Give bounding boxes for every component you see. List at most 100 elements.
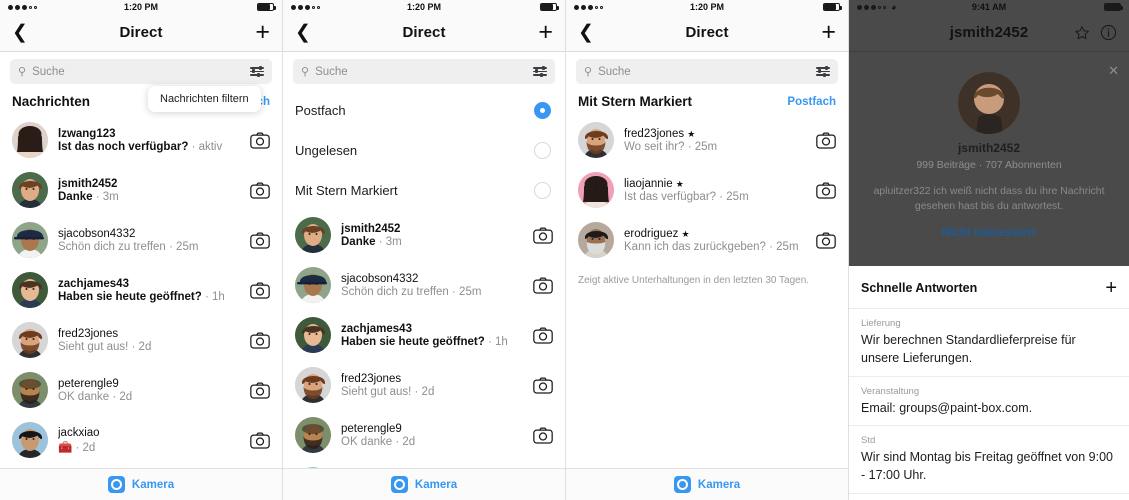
chevron-left-icon[interactable]: ❮ xyxy=(295,23,311,42)
camera-icon[interactable] xyxy=(533,326,553,344)
chevron-left-icon[interactable]: ❮ xyxy=(578,23,594,42)
filter-option[interactable]: Postfach xyxy=(283,90,565,130)
camera-icon xyxy=(250,381,270,399)
star-icon: ★ xyxy=(675,178,684,189)
star-outline-icon[interactable] xyxy=(1074,25,1090,41)
list-item-username: jsmith2452 xyxy=(58,177,118,190)
list-item[interactable]: fred23jones ★ Wo seit ihr? · 25m xyxy=(566,115,848,165)
status-bar: 1:20 PM xyxy=(566,0,848,14)
camera-icon[interactable] xyxy=(816,231,836,249)
profile-message: apluitzer322 ich weiß nicht dass du ihre… xyxy=(873,185,1105,213)
avatar xyxy=(295,417,331,453)
camera-tab-icon xyxy=(107,476,125,493)
list-item[interactable]: sjacobson4332 Schön dich zu treffen · 25… xyxy=(0,215,282,265)
page-title: Direct xyxy=(685,24,729,41)
status-time: 1:20 PM xyxy=(406,2,441,12)
nav-bar: ❮ Direct + xyxy=(0,14,282,52)
list-item[interactable]: erodriguez ★ Kann ich das zurückgeben? ·… xyxy=(566,215,848,265)
camera-icon[interactable] xyxy=(533,376,553,394)
radio-button[interactable] xyxy=(534,141,551,159)
sliders-icon[interactable] xyxy=(816,65,830,78)
list-item[interactable]: zachjames43 Haben sie heute geöffnet? · … xyxy=(0,265,282,315)
radio-button[interactable] xyxy=(534,181,551,199)
quick-reply-item[interactable]: Std Wir sind Montag bis Freitag geöffnet… xyxy=(849,426,1129,494)
search-placeholder: Suche xyxy=(315,65,348,78)
camera-icon[interactable] xyxy=(533,426,553,444)
not-interested-button[interactable]: Nicht interessiert xyxy=(849,227,1129,239)
list-item[interactable]: peterengle9 OK danke · 2d xyxy=(0,365,282,415)
sliders-icon[interactable] xyxy=(250,65,264,78)
list-item[interactable]: sjacobson4332 Schön dich zu treffen · 25… xyxy=(283,260,565,310)
camera-icon xyxy=(250,231,270,249)
list-item-username: erodriguez ★ xyxy=(624,227,690,240)
chevron-left-icon[interactable]: ❮ xyxy=(12,23,28,42)
list-item[interactable]: liaojannie ★ Ist das verfügbar? · 25m xyxy=(566,165,848,215)
list-item[interactable]: lzwang123 Ist das noch verfügbar? · akti… xyxy=(0,115,282,165)
list-item[interactable]: jsmith2452 Danke · 3m xyxy=(283,210,565,260)
list-item[interactable]: fred23jones Sieht gut aus! · 2d xyxy=(283,360,565,410)
list-item[interactable]: peterengle9 OK danke · 2d xyxy=(283,410,565,460)
search-input[interactable]: ⚲ Suche xyxy=(576,59,838,84)
quick-reply-key: Std xyxy=(861,435,876,447)
avatar xyxy=(12,422,48,458)
filter-option[interactable]: Mit Stern Markiert xyxy=(283,170,565,210)
search-placeholder: Suche xyxy=(598,65,631,78)
camera-icon[interactable] xyxy=(250,181,270,199)
message-list: jsmith2452 Danke · 3m sjacobson4332 Schö… xyxy=(283,210,565,500)
info-circle-icon[interactable] xyxy=(1100,24,1117,41)
camera-tab-icon xyxy=(390,476,408,493)
camera-icon xyxy=(250,281,270,299)
list-item[interactable]: jackxiao 🧰 · 2d xyxy=(0,415,282,465)
quick-replies-list: Lieferung Wir berechnen Standardlieferpr… xyxy=(849,309,1129,494)
camera-icon[interactable] xyxy=(533,226,553,244)
plus-icon[interactable]: + xyxy=(1105,278,1117,298)
list-item-preview: Sieht gut aus! · 2d xyxy=(341,385,435,398)
list-item-username: jsmith2452 xyxy=(341,222,401,235)
avatar xyxy=(295,217,331,253)
camera-tab-label: Kamera xyxy=(414,478,458,491)
camera-icon[interactable] xyxy=(250,131,270,149)
camera-icon[interactable] xyxy=(250,331,270,349)
camera-icon[interactable] xyxy=(533,276,553,294)
search-icon: ⚲ xyxy=(584,66,593,78)
section-action-link[interactable]: Postfach xyxy=(787,96,836,108)
list-item-username: jackxiao xyxy=(58,426,100,439)
panel-filter-options: 1:20 PM ❮ Direct + ⚲ Suche Postfach Unge… xyxy=(283,0,566,500)
camera-icon xyxy=(250,431,270,449)
search-input[interactable]: ⚲ Suche xyxy=(10,59,272,84)
close-icon[interactable]: ✕ xyxy=(1108,64,1119,77)
camera-icon xyxy=(250,131,270,149)
plus-icon[interactable]: + xyxy=(538,20,553,45)
plus-icon[interactable]: + xyxy=(821,20,836,45)
plus-icon[interactable]: + xyxy=(255,20,270,45)
list-item-username: zachjames43 xyxy=(58,277,129,290)
nav-bar: ❮ Direct + xyxy=(283,14,565,52)
camera-icon xyxy=(533,226,553,244)
list-footnote: Zeigt aktive Unterhaltungen in den letzt… xyxy=(578,275,810,286)
battery-icon xyxy=(1104,3,1123,11)
camera-icon[interactable] xyxy=(250,281,270,299)
profile-name: jsmith2452 xyxy=(957,141,1021,155)
list-item[interactable]: fred23jones Sieht gut aus! · 2d xyxy=(0,315,282,365)
camera-tab-label: Kamera xyxy=(131,478,175,491)
camera-icon[interactable] xyxy=(816,131,836,149)
list-item[interactable]: jsmith2452 Danke · 3m xyxy=(0,165,282,215)
nav-bar: jsmith2452 xyxy=(849,14,1129,52)
camera-icon[interactable] xyxy=(250,431,270,449)
filter-option[interactable]: Ungelesen xyxy=(283,130,565,170)
list-item[interactable]: zachjames43 Haben sie heute geöffnet? · … xyxy=(283,310,565,360)
camera-tab-bar[interactable]: Kamera xyxy=(283,468,565,500)
search-input[interactable]: ⚲ Suche xyxy=(293,59,555,84)
camera-tab-bar[interactable]: Kamera xyxy=(566,468,848,500)
avatar xyxy=(12,322,48,358)
camera-tab-bar[interactable]: Kamera xyxy=(0,468,282,500)
camera-icon[interactable] xyxy=(816,181,836,199)
sliders-icon[interactable] xyxy=(533,65,547,78)
quick-reply-item[interactable]: Veranstaltung Email: groups@paint-box.co… xyxy=(849,377,1129,427)
camera-icon[interactable] xyxy=(250,231,270,249)
list-item-preview: Danke · 3m xyxy=(341,235,402,248)
quick-reply-item[interactable]: Lieferung Wir berechnen Standardlieferpr… xyxy=(849,309,1129,377)
camera-icon[interactable] xyxy=(250,381,270,399)
status-bar: ◕ 9:41 AM xyxy=(849,0,1129,14)
radio-button[interactable] xyxy=(534,101,551,119)
